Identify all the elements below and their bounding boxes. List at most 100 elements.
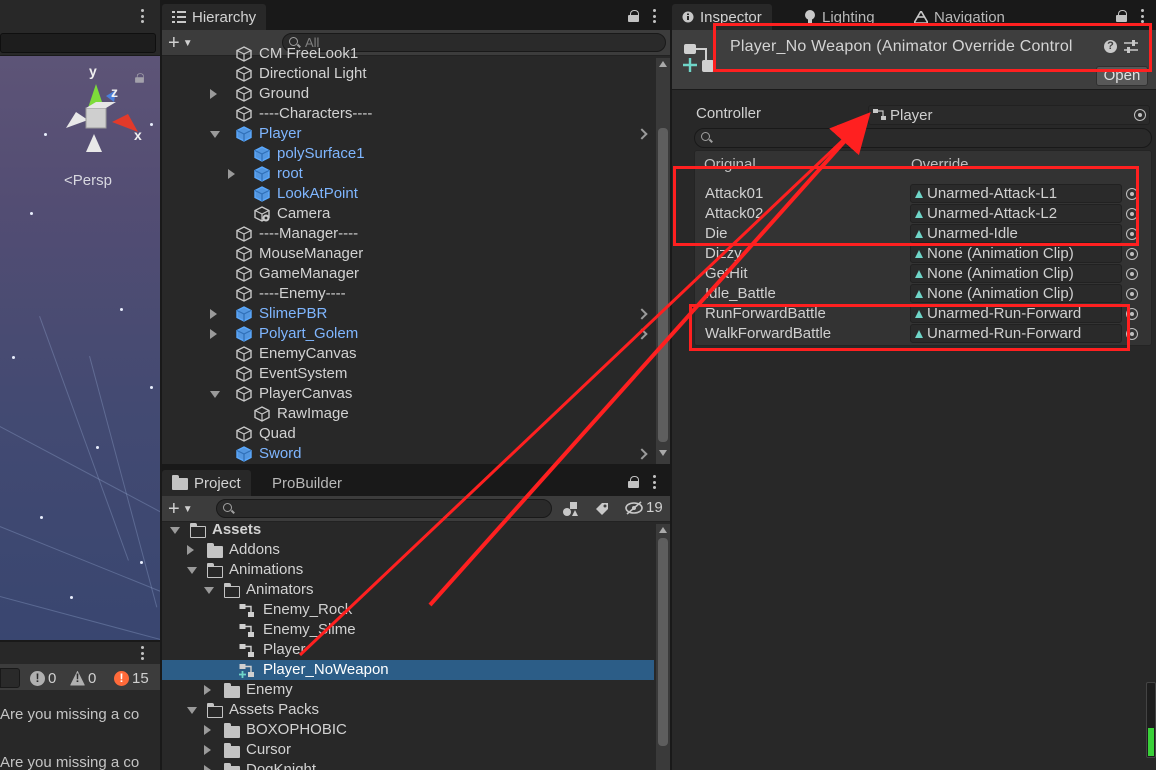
scene-search-field[interactable] [0, 33, 156, 53]
fold-open-icon[interactable] [187, 567, 197, 574]
hierarchy-scrollbar[interactable] [656, 58, 670, 464]
fold-open-icon[interactable] [210, 391, 220, 398]
clip-picker-icon[interactable] [1126, 328, 1138, 340]
fold-closed-icon[interactable] [204, 745, 211, 755]
hierarchy-item[interactable]: MouseManager [162, 244, 656, 264]
project-scrollbar[interactable] [656, 524, 670, 770]
project-search-input[interactable] [216, 499, 552, 518]
console-log-line[interactable]: Are you missing a co [0, 754, 139, 770]
hierarchy-item[interactable]: EnemyCanvas [162, 344, 656, 364]
tab-project[interactable]: Project [162, 470, 251, 496]
help-icon[interactable]: ? [1104, 40, 1117, 53]
clip-picker-icon[interactable] [1126, 248, 1138, 260]
clip-picker-icon[interactable] [1126, 268, 1138, 280]
hierarchy-item[interactable]: ----Characters---- [162, 104, 656, 124]
override-clip-field[interactable]: None (Animation Clip) [910, 284, 1122, 303]
clip-picker-icon[interactable] [1126, 288, 1138, 300]
console-search-field[interactable] [0, 668, 20, 688]
project-create-button[interactable]: + ▼ [168, 498, 193, 521]
hierarchy-item[interactable]: LookAtPoint [162, 184, 656, 204]
fold-open-icon[interactable] [187, 707, 197, 714]
project-item[interactable]: Animators [162, 580, 654, 600]
fold-open-icon[interactable] [210, 131, 220, 138]
tab-hierarchy[interactable]: Hierarchy [162, 4, 267, 30]
tab-probuilder[interactable]: ProBuilder [262, 470, 352, 496]
project-item[interactable]: Enemy_Rock [162, 600, 654, 620]
fold-closed-icon[interactable] [204, 725, 211, 735]
override-clip-field[interactable]: None (Animation Clip) [910, 244, 1122, 263]
scroll-up-icon[interactable] [659, 61, 667, 67]
inspector-menu-icon[interactable] [1140, 9, 1144, 23]
project-item[interactable]: Assets Packs [162, 700, 654, 720]
console-info-toggle[interactable]: ! 0 [30, 669, 56, 687]
fold-closed-icon[interactable] [228, 169, 235, 179]
open-prefab-chevron-icon[interactable] [636, 328, 648, 340]
open-button[interactable]: Open [1096, 66, 1148, 86]
project-item[interactable]: Addons [162, 540, 654, 560]
project-item[interactable]: Cursor [162, 740, 654, 760]
fold-closed-icon[interactable] [210, 309, 217, 319]
project-item[interactable]: Enemy_Slime [162, 620, 654, 640]
fold-closed-icon[interactable] [187, 545, 194, 555]
project-scroll-thumb[interactable] [658, 538, 668, 746]
clip-picker-icon[interactable] [1126, 188, 1138, 200]
open-prefab-chevron-icon[interactable] [636, 448, 648, 460]
hierarchy-item[interactable]: Quad [162, 424, 656, 444]
scroll-down-icon[interactable] [659, 450, 667, 456]
hierarchy-item[interactable]: polySurface1 [162, 144, 656, 164]
controller-object-field[interactable]: Player [868, 105, 1150, 125]
inspector-lock-icon[interactable] [1116, 10, 1127, 22]
search-by-label-icon[interactable] [594, 501, 610, 517]
hierarchy-item[interactable]: Sword [162, 444, 656, 464]
override-clip-field[interactable]: Unarmed-Idle [910, 224, 1122, 243]
open-prefab-chevron-icon[interactable] [636, 308, 648, 320]
project-lock-icon[interactable] [628, 476, 639, 488]
hierarchy-scroll-thumb[interactable] [658, 128, 668, 442]
override-clip-field[interactable]: Unarmed-Attack-L1 [910, 184, 1122, 203]
console-error-toggle[interactable]: ! 15 [114, 669, 149, 687]
project-item[interactable]: Assets [162, 520, 654, 540]
open-prefab-chevron-icon[interactable] [636, 128, 648, 140]
clip-picker-icon[interactable] [1126, 208, 1138, 220]
hidden-packages-toggle[interactable]: 19 [624, 499, 663, 516]
tab-navigation[interactable]: Navigation [904, 4, 1015, 30]
hierarchy-item[interactable]: EventSystem [162, 364, 656, 384]
fold-closed-icon[interactable] [204, 685, 211, 695]
fold-closed-icon[interactable] [210, 329, 217, 339]
tab-inspector[interactable]: Inspector [672, 4, 772, 30]
project-menu-icon[interactable] [652, 475, 656, 489]
project-item[interactable]: BOXOPHOBIC [162, 720, 654, 740]
gizmo-lock-icon[interactable] [135, 73, 144, 83]
controller-picker-icon[interactable] [1134, 109, 1146, 121]
hierarchy-item[interactable]: Ground [162, 84, 656, 104]
fold-closed-icon[interactable] [210, 89, 217, 99]
hierarchy-lock-icon[interactable] [628, 10, 639, 22]
console-menu-icon[interactable] [140, 646, 144, 660]
project-item[interactable]: Player_NoWeapon [162, 660, 654, 680]
console-warn-toggle[interactable]: ! 0 [70, 669, 96, 687]
hierarchy-item[interactable]: root [162, 164, 656, 184]
scene-view[interactable]: y z x <Persp [0, 0, 160, 640]
hierarchy-item[interactable]: ----Manager---- [162, 224, 656, 244]
hierarchy-item[interactable]: GameManager [162, 264, 656, 284]
override-clip-field[interactable]: Unarmed-Attack-L2 [910, 204, 1122, 223]
project-item[interactable]: Player [162, 640, 654, 660]
hierarchy-item[interactable]: RawImage [162, 404, 656, 424]
scene-menu-icon[interactable] [140, 9, 144, 23]
project-item[interactable]: Animations [162, 560, 654, 580]
override-clip-field[interactable]: None (Animation Clip) [910, 264, 1122, 283]
override-clip-field[interactable]: Unarmed-Run-Forward [910, 324, 1122, 343]
hierarchy-item[interactable]: SlimePBR [162, 304, 656, 324]
hierarchy-item[interactable]: PlayerCanvas [162, 384, 656, 404]
hierarchy-item[interactable]: CM FreeLook1 [162, 44, 656, 64]
scroll-up-icon[interactable] [659, 527, 667, 533]
fold-open-icon[interactable] [170, 527, 180, 534]
tab-lighting[interactable]: Lighting [794, 4, 885, 30]
clip-picker-icon[interactable] [1126, 308, 1138, 320]
overrides-search-input[interactable] [694, 128, 1152, 148]
fold-closed-icon[interactable] [204, 765, 211, 770]
presets-icon[interactable] [1124, 40, 1138, 53]
hierarchy-menu-icon[interactable] [652, 9, 656, 23]
hierarchy-item[interactable]: Camera [162, 204, 656, 224]
console-log-line[interactable]: Are you missing a co [0, 706, 139, 723]
